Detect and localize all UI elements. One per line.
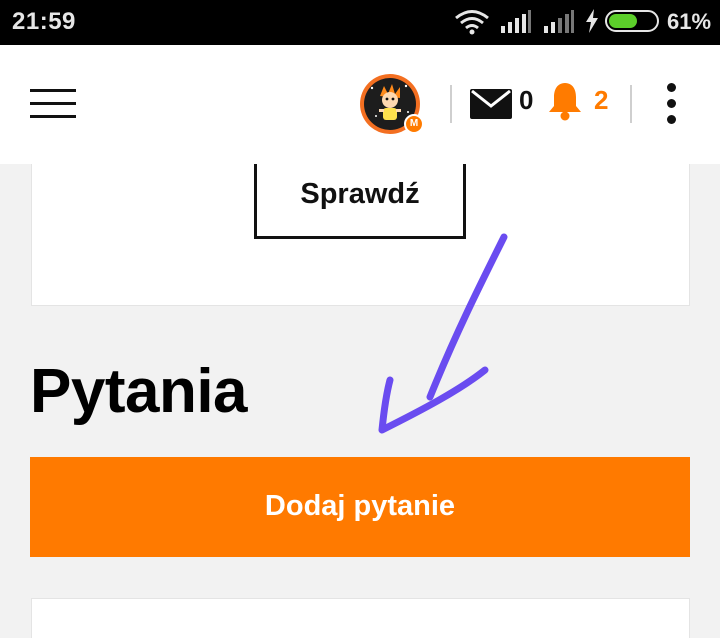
header-divider (450, 85, 452, 123)
signal-icon (500, 10, 532, 39)
add-question-button[interactable]: Dodaj pytanie (30, 457, 690, 557)
more-options-icon[interactable] (664, 83, 678, 125)
bell-icon[interactable] (547, 81, 583, 126)
signal-icon (543, 10, 575, 39)
messages-count: 0 (519, 85, 534, 115)
avatar[interactable]: M (360, 74, 424, 134)
hamburger-menu-icon[interactable] (30, 89, 76, 119)
battery-icon (605, 10, 659, 32)
notifications-count: 2 (594, 85, 609, 115)
battery-percent: 61% (667, 9, 712, 34)
question-card (31, 598, 690, 638)
header-divider (630, 85, 632, 123)
charging-icon (585, 9, 599, 38)
envelope-icon[interactable] (470, 89, 512, 124)
section-title: Pytania (30, 357, 248, 426)
annotation-arrow-icon (378, 233, 508, 434)
battery-fill (609, 14, 638, 28)
avatar-badge: M (404, 114, 424, 134)
wifi-icon (454, 9, 490, 40)
status-bar: 21:59 61% (0, 0, 720, 45)
app-header: M 0 2 (0, 45, 720, 164)
status-time: 21:59 (12, 8, 76, 35)
